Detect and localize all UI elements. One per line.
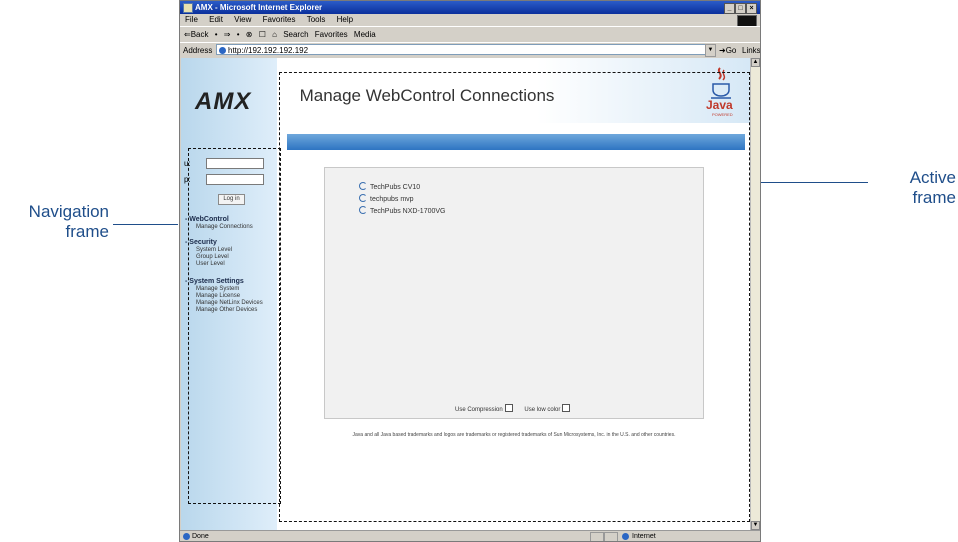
callout-line-1: Active [909,168,956,187]
maximize-button[interactable]: □ [735,3,746,14]
active-frame-callout: Active frame [872,168,956,208]
ie-page-icon [219,47,226,55]
menu-file[interactable]: File [185,15,198,24]
go-button[interactable]: ➜Go [719,43,736,58]
refresh-icon[interactable]: ☐ [259,30,266,39]
menu-edit[interactable]: Edit [209,15,223,24]
window-title: AMX - Microsoft Internet Explorer [195,3,323,12]
status-cell [604,532,618,541]
address-label: Address [183,46,213,55]
address-value: http://192.192.192.192 [228,46,309,55]
internet-zone-icon [622,533,629,540]
go-label: Go [725,46,737,55]
active-frame-outline [279,72,750,522]
status-cell [590,532,604,541]
media-button[interactable]: Media [354,30,376,39]
menu-help[interactable]: Help [337,15,353,24]
navigation-frame-callout: Navigation frame [9,202,109,242]
callout-line-2: frame [65,222,109,241]
ie-window-icon [183,3,193,13]
active-callout-leader [748,182,868,183]
links-button[interactable]: Links [742,43,760,58]
address-bar: Address http://192.192.192.192 ▼ ➜Go Lin… [180,42,760,58]
vertical-scrollbar[interactable]: ▲ ▼ [750,58,760,530]
status-page-icon [183,533,190,540]
security-zone-label: Internet [632,533,656,540]
stop-icon[interactable]: ⊗ [246,30,253,39]
scroll-up-icon[interactable]: ▲ [751,58,760,67]
amx-logo: AMX [195,88,252,115]
title-bar: AMX - Microsoft Internet Explorer _ □ × [180,1,760,14]
address-input[interactable]: http://192.192.192.192 [216,44,714,55]
menu-favorites[interactable]: Favorites [263,15,296,24]
scroll-down-icon[interactable]: ▼ [751,521,760,530]
back-dropdown-icon[interactable]: • [215,30,218,39]
favorites-button[interactable]: Favorites [315,30,348,39]
menu-tools[interactable]: Tools [307,15,326,24]
status-bar: Done Internet [180,530,760,541]
navigation-callout-leader [113,224,178,225]
search-button[interactable]: Search [283,30,308,39]
forward-dropdown-icon[interactable]: • [237,30,240,39]
status-text: Done [192,533,209,540]
callout-line-1: Navigation [28,202,109,221]
page-viewport: AMX u: p: Log in - WebControl Manage Con… [181,58,750,530]
minimize-button[interactable]: _ [724,3,735,14]
menu-bar: File Edit View Favorites Tools Help [180,14,760,27]
standard-toolbar: ⇐Back • ⇒ • ⊗ ☐ ⌂ Search Favorites Media [180,26,760,42]
address-dropdown-icon[interactable]: ▼ [705,44,716,57]
back-button[interactable]: ⇐Back [184,30,209,39]
go-arrow-icon: ➜ [719,46,726,55]
home-icon[interactable]: ⌂ [272,30,277,39]
navigation-frame-outline [188,148,281,504]
callout-line-2: frame [912,188,956,207]
forward-button[interactable]: ⇒ [224,30,231,39]
close-button[interactable]: × [746,3,757,14]
menu-view[interactable]: View [234,15,251,24]
browser-window: AMX - Microsoft Internet Explorer _ □ × … [179,0,761,542]
